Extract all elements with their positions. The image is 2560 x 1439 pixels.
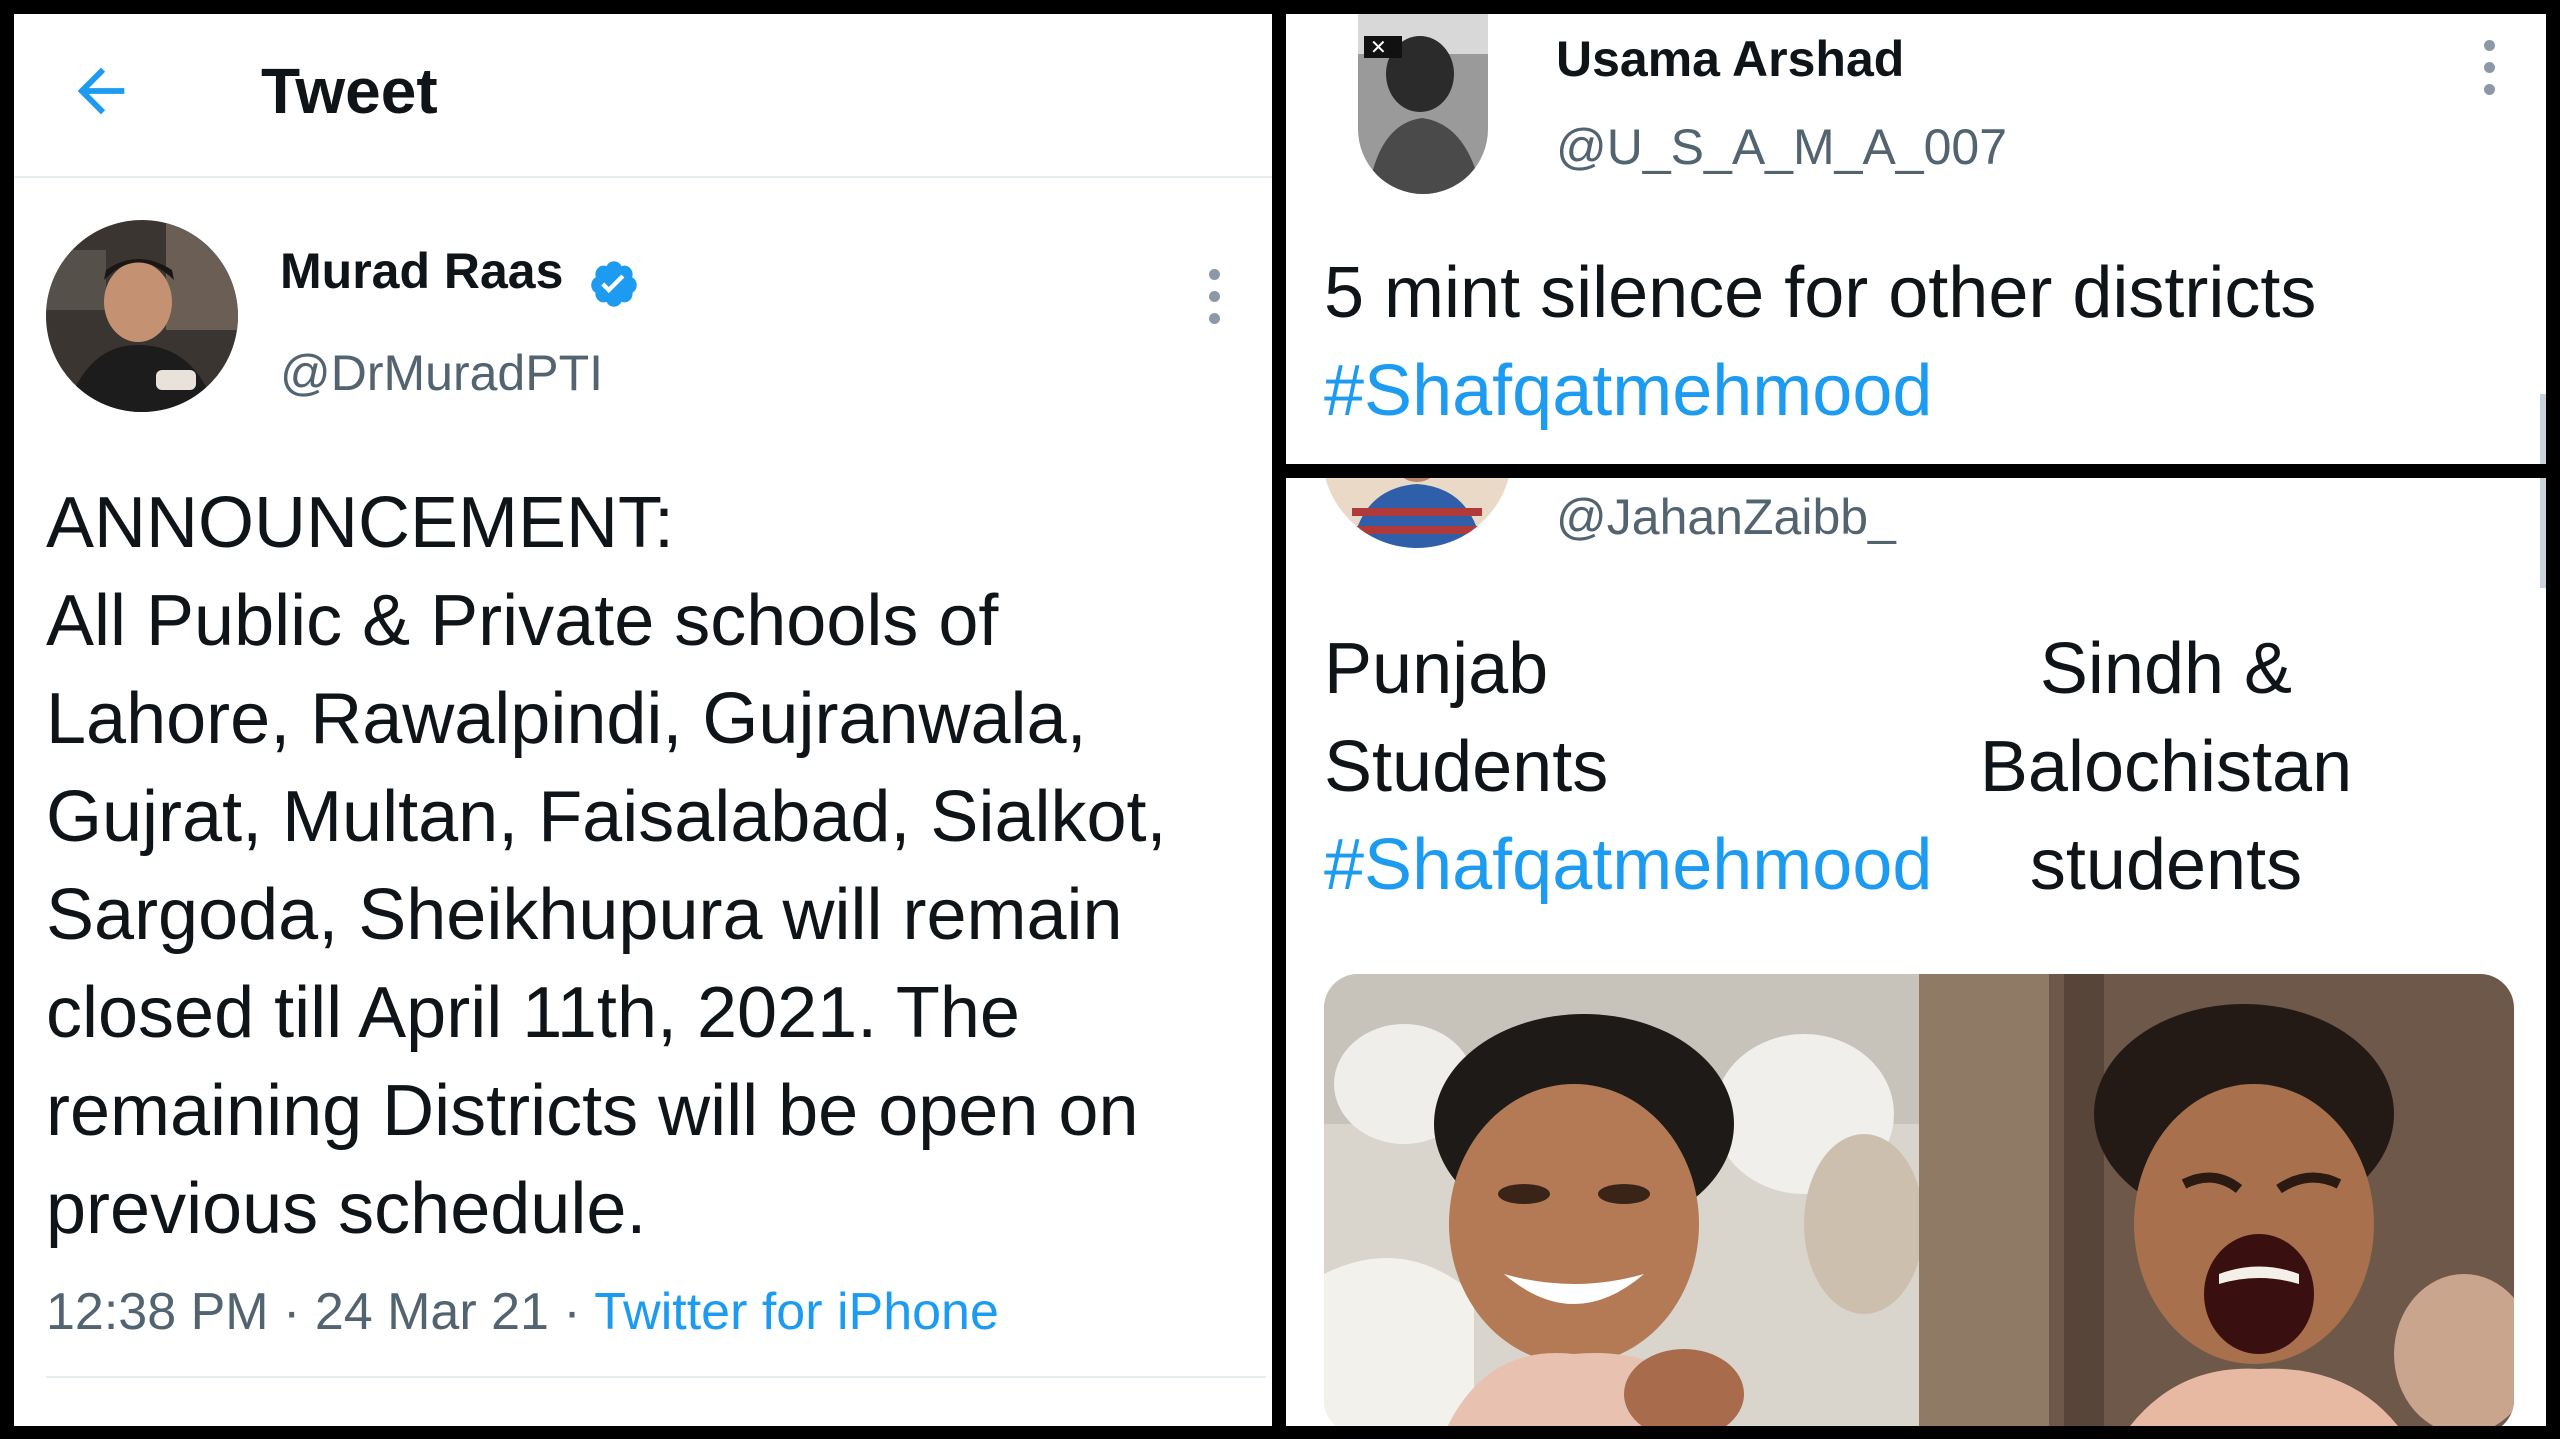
reply-tweet-panel: @JahanZaibb_ Punjab Students #Shafqatmeh… [1286,478,2546,1426]
author-handle[interactable]: @U_S_A_M_A_007 [1556,118,2007,176]
svg-text:✕: ✕ [1370,35,1387,59]
caption-right: Sindh & Balochistan students [1979,629,2353,905]
hashtag-link[interactable]: #Shafqatmehmood [1324,816,1932,914]
more-options-icon[interactable] [1207,269,1221,335]
meta-separator: · [563,1283,581,1341]
back-arrow-icon[interactable] [66,56,136,126]
tweet-source-link[interactable]: Twitter for iPhone [594,1283,999,1341]
tweet-text: ANNOUNCEMENT: All Public & Private schoo… [46,483,1167,1249]
meme-image[interactable] [1324,974,2514,1426]
meta-separator: · [283,1283,301,1341]
tweet-text: 5 mint silence for other districts [1324,253,2317,333]
tweet-date: 24 Mar 21 [314,1283,549,1341]
author-handle[interactable]: @JahanZaibb_ [1556,488,1896,546]
scrollbar[interactable] [2540,394,2546,464]
verified-badge-icon [591,261,637,307]
hashtag-link[interactable]: #Shafqatmehmood [1324,342,1932,440]
scrollbar[interactable] [2540,478,2546,588]
tweet-detail-panel: Tweet Murad Raas @DrMuradPTI ANNOUNCEMEN… [14,14,1272,1426]
author-name[interactable]: Usama Arshad [1556,30,1904,88]
avatar[interactable] [1322,478,1512,548]
page-title: Tweet [261,55,438,127]
caption-left: Punjab Students [1324,629,1609,807]
more-options-icon[interactable] [2482,40,2496,106]
author-name[interactable]: Murad Raas [280,242,563,300]
top-bar: Tweet [14,14,1272,178]
avatar[interactable]: ✕ [1358,14,1488,194]
tweet-time: 12:38 PM [46,1283,269,1341]
reply-tweet-panel: ✕ Usama Arshad @U_S_A_M_A_007 5 mint sil… [1286,14,2546,464]
tweet-meta: 12:38 PM · 24 Mar 21 · Twitter for iPhon… [46,1282,999,1342]
avatar[interactable] [46,220,238,412]
divider [46,1376,1266,1378]
author-handle[interactable]: @DrMuradPTI [280,344,603,402]
